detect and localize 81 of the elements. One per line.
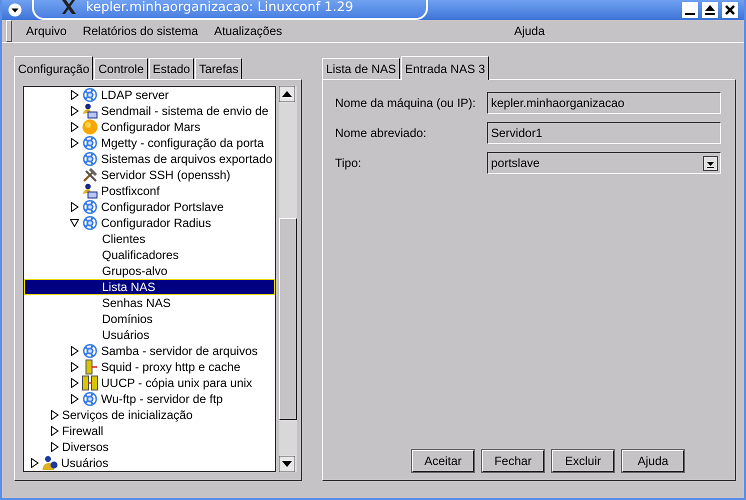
close-icon[interactable] xyxy=(722,2,738,18)
expander-icon[interactable] xyxy=(70,90,79,100)
expander-icon[interactable] xyxy=(50,442,59,452)
tab[interactable]: Estado xyxy=(148,58,194,79)
tree-item[interactable]: Servidor SSH (openssh) xyxy=(24,167,275,183)
tree-item[interactable]: Domínios xyxy=(24,311,275,327)
tree-item[interactable]: Configurador Portslave xyxy=(24,199,275,215)
dialog-button[interactable]: Excluir xyxy=(552,450,614,472)
tree-item[interactable]: Serviços de inicialização xyxy=(24,407,275,423)
tab[interactable]: Entrada NAS 3 xyxy=(401,56,490,80)
menu-item[interactable]: Atualizações xyxy=(206,24,290,38)
tree-item[interactable]: Firewall xyxy=(24,423,275,439)
tree-item[interactable]: LDAP server xyxy=(24,87,275,103)
minimize-icon[interactable] xyxy=(682,2,698,18)
menu-item[interactable]: Ajuda xyxy=(506,24,744,38)
tab[interactable]: Lista de NAS xyxy=(322,58,400,79)
menu-item[interactable]: Arquivo xyxy=(18,24,75,38)
person-icon xyxy=(82,183,98,199)
x-logo-icon xyxy=(60,0,78,15)
input-field[interactable]: kepler.minhaorganizacao xyxy=(487,92,721,114)
expander-icon[interactable] xyxy=(50,426,59,436)
field-label: Nome abreviado: xyxy=(335,126,428,140)
expander-icon[interactable] xyxy=(30,458,39,468)
field-label: Nome da máquina (ou IP): xyxy=(335,96,477,110)
expander-icon[interactable] xyxy=(70,202,79,212)
gear-icon xyxy=(82,199,98,215)
tab[interactable]: Configuração xyxy=(14,56,94,80)
tree-item[interactable]: Wu-ftp - servidor de ftp xyxy=(24,391,275,407)
expander-icon[interactable] xyxy=(70,394,79,404)
window-menu-icon[interactable] xyxy=(8,3,22,17)
tree-item[interactable]: Usuários xyxy=(24,327,275,343)
tree-item[interactable]: Sendmail - sistema de envio de xyxy=(24,103,275,119)
tree-item[interactable]: UUCP - cópia unix para unix xyxy=(24,375,275,391)
expander-icon[interactable] xyxy=(50,410,59,420)
input-field[interactable]: Servidor1 xyxy=(487,122,721,144)
tree-item[interactable]: Diversos xyxy=(24,439,275,455)
menu-item[interactable]: Relatórios do sistema xyxy=(74,24,206,38)
gear-icon xyxy=(82,135,98,151)
field-label: Tipo: xyxy=(335,156,362,170)
tree-item[interactable]: Usuários xyxy=(24,455,275,471)
dialog-button[interactable]: Aceitar xyxy=(412,450,474,472)
expander-icon[interactable] xyxy=(70,218,79,228)
dialog-button[interactable]: Fechar xyxy=(482,450,544,472)
scroll-up-icon[interactable] xyxy=(279,86,295,102)
tab[interactable]: Controle xyxy=(94,58,148,79)
expander-icon[interactable] xyxy=(70,138,79,148)
servers-icon xyxy=(82,375,98,391)
scroll-thumb[interactable] xyxy=(279,218,297,420)
dialog-button[interactable]: Ajuda xyxy=(622,450,684,472)
tree-item[interactable]: Qualificadores xyxy=(24,247,275,263)
expander-icon[interactable] xyxy=(70,362,79,372)
sun-icon xyxy=(82,119,98,135)
gear-icon xyxy=(82,215,98,231)
tree-item[interactable]: Sistemas de arquivos exportado xyxy=(24,151,275,167)
tree-item[interactable]: Squid - proxy http e cache xyxy=(24,359,275,375)
tree-item[interactable]: Configurador Mars xyxy=(24,119,275,135)
tools-icon xyxy=(82,167,98,183)
expander-icon[interactable] xyxy=(70,378,79,388)
tree-item[interactable]: Clientes xyxy=(24,231,275,247)
person-icon xyxy=(82,103,98,119)
gear-icon xyxy=(82,151,98,167)
dropdown[interactable]: portslave xyxy=(487,152,721,174)
tree-item[interactable]: Samba - servidor de arquivos xyxy=(24,343,275,359)
users-icon xyxy=(42,455,58,471)
expander-icon[interactable] xyxy=(70,106,79,116)
menu-grip[interactable] xyxy=(6,20,12,42)
tab[interactable]: Tarefas xyxy=(195,58,242,79)
expander-icon[interactable] xyxy=(70,122,79,132)
window-title: kepler.minhaorganizacao: Linuxconf 1.29 xyxy=(86,0,354,14)
tree-item[interactable]: Configurador Radius xyxy=(24,215,275,231)
tree-item[interactable]: Mgetty - configuração da porta xyxy=(24,135,275,151)
tree-item[interactable]: Postfixconf xyxy=(24,183,275,199)
scrollbar[interactable] xyxy=(279,86,297,472)
gear-icon xyxy=(82,391,98,407)
tree-item[interactable]: Lista NAS xyxy=(24,279,275,295)
maximize-icon[interactable] xyxy=(702,2,718,18)
tree-item[interactable]: Grupos-alvo xyxy=(24,263,275,279)
gear-icon xyxy=(82,343,98,359)
expander-icon[interactable] xyxy=(70,346,79,356)
scroll-down-icon[interactable] xyxy=(279,456,295,472)
tree-item[interactable]: Senhas NAS xyxy=(24,295,275,311)
